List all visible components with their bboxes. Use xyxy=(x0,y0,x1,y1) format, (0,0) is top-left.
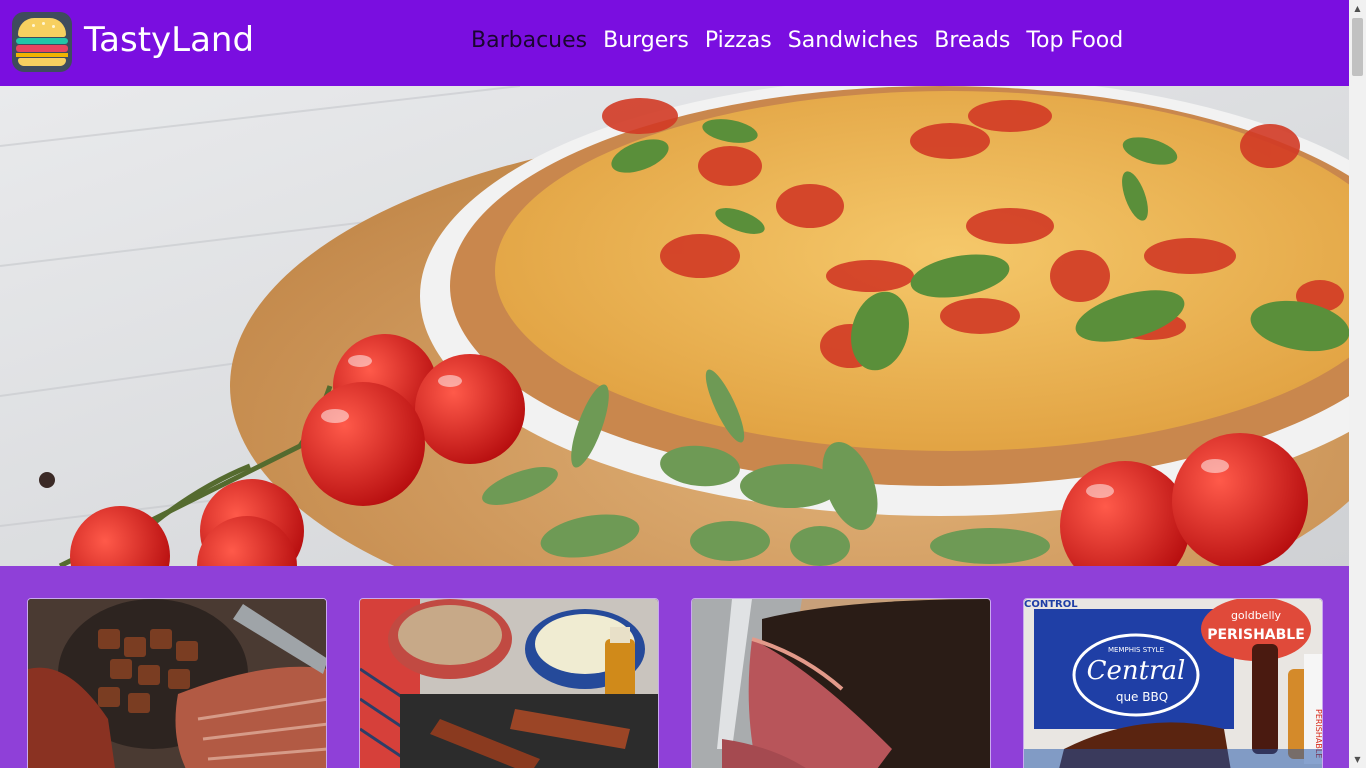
bbq-ribs-sides-image xyxy=(360,599,658,768)
food-card[interactable] xyxy=(691,598,991,768)
main-nav: Barbacues Burgers Pizzas Sandwiches Brea… xyxy=(471,26,1123,56)
nav-item-breads[interactable]: Breads xyxy=(934,26,1010,56)
que-bbq-text: que BBQ xyxy=(1116,690,1168,704)
nav-item-top-food[interactable]: Top Food xyxy=(1026,26,1123,56)
central-logo-text: Central xyxy=(1087,656,1186,686)
bun-top xyxy=(18,18,66,37)
food-card[interactable]: CONTROL Central MEMPHIS STYLE que BBQ go… xyxy=(1023,598,1323,768)
scroll-thumb[interactable] xyxy=(1352,18,1363,76)
burger-icon[interactable] xyxy=(12,12,72,72)
bun-bottom xyxy=(18,58,66,66)
seed xyxy=(52,25,55,28)
seed xyxy=(32,24,35,27)
box-label-control: CONTROL xyxy=(1024,599,1078,610)
nav-item-pizzas[interactable]: Pizzas xyxy=(705,26,772,56)
perishable-text: PERISHABLE xyxy=(1207,627,1305,643)
lettuce xyxy=(16,38,68,44)
brand-name[interactable]: TastyLand xyxy=(84,18,254,62)
central-bbq-ribs-image: CONTROL Central MEMPHIS STYLE que BBQ go… xyxy=(1024,599,1322,768)
seed xyxy=(42,22,45,25)
pizza-hero-image xyxy=(0,86,1349,566)
hero-banner xyxy=(0,86,1349,566)
scroll-up-icon[interactable]: ▲ xyxy=(1349,0,1366,17)
goldbelly-text: goldbelly xyxy=(1231,609,1282,622)
site-header: TastyLand Barbacues Burgers Pizzas Sandw… xyxy=(0,0,1349,86)
patty xyxy=(16,45,68,52)
bbq-brisket-burnt-ends-image xyxy=(28,599,326,768)
nav-item-burgers[interactable]: Burgers xyxy=(603,26,689,56)
memphis-style-text: MEMPHIS STYLE xyxy=(1108,646,1164,654)
cheese xyxy=(16,53,68,57)
food-card-grid: CONTROL Central MEMPHIS STYLE que BBQ go… xyxy=(0,566,1349,768)
food-card[interactable] xyxy=(359,598,659,768)
nav-item-barbacues[interactable]: Barbacues xyxy=(471,26,587,56)
scroll-down-icon[interactable]: ▼ xyxy=(1349,751,1366,768)
smoked-brisket-image xyxy=(692,599,990,768)
nav-item-sandwiches[interactable]: Sandwiches xyxy=(788,26,919,56)
food-card[interactable] xyxy=(27,598,327,768)
page-scrollbar[interactable]: ▲ ▼ xyxy=(1349,0,1366,768)
